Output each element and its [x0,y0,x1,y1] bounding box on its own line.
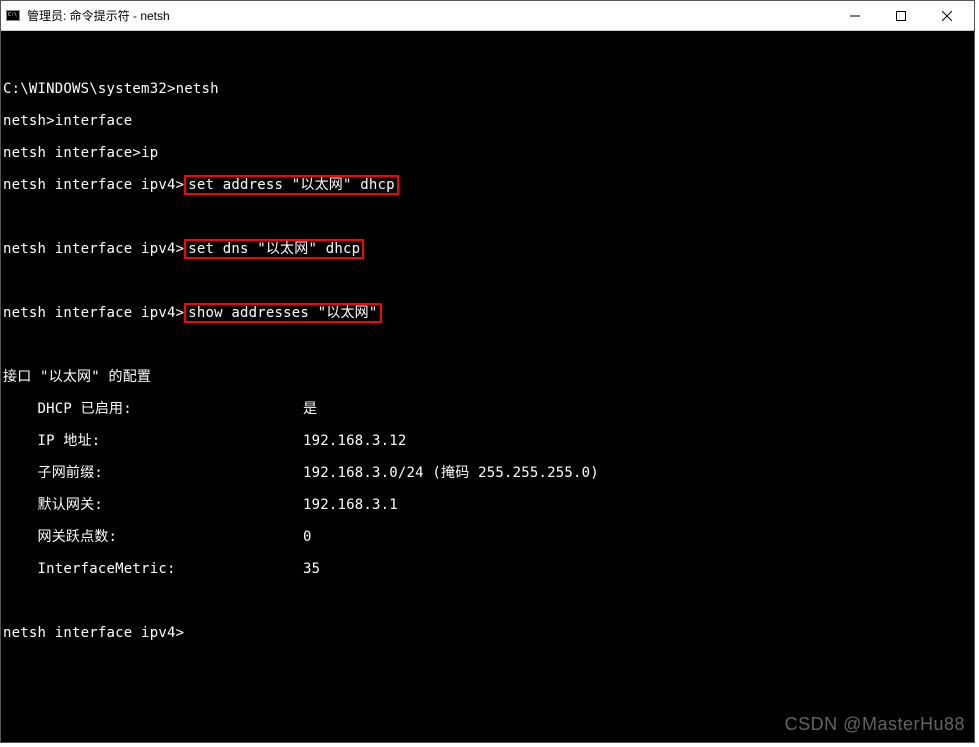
highlighted-command: show addresses "以太网" [184,303,381,323]
prompt: netsh interface ipv4> [3,625,184,641]
terminal-line [3,49,972,65]
config-value: 是 [303,401,317,417]
command-text: interface [55,113,133,129]
config-value: 35 [303,561,320,577]
config-row: 子网前缀:192.168.3.0/24 (掩码 255.255.255.0) [3,465,972,481]
config-value: 192.168.3.1 [303,497,398,513]
terminal-line [3,273,972,289]
prompt: netsh> [3,113,55,129]
terminal-line: netsh interface ipv4>show addresses "以太网… [3,305,972,321]
config-label: DHCP 已启用: [3,401,303,417]
terminal-line: netsh interface ipv4>set address "以太网" d… [3,177,972,193]
config-row: InterfaceMetric:35 [3,561,972,577]
close-button[interactable] [924,1,970,31]
terminal-line: netsh interface ipv4>set dns "以太网" dhcp [3,241,972,257]
minimize-button[interactable] [832,1,878,31]
maximize-button[interactable] [878,1,924,31]
terminal-body[interactable]: C:\WINDOWS\system32>netsh netsh>interfac… [1,31,974,742]
prompt: netsh interface ipv4> [3,177,184,193]
config-label: 默认网关: [3,497,303,513]
config-row: DHCP 已启用:是 [3,401,972,417]
prompt: C:\WINDOWS\system32> [3,81,176,97]
command-text: netsh [176,81,219,97]
highlighted-command: set address "以太网" dhcp [184,175,399,195]
prompt: netsh interface> [3,145,141,161]
app-icon [5,8,21,24]
terminal-line: netsh interface ipv4> [3,625,972,641]
terminal-line: netsh interface>ip [3,145,972,161]
terminal-line [3,337,972,353]
terminal-line [3,209,972,225]
config-row: 网关跃点数:0 [3,529,972,545]
config-row: IP 地址:192.168.3.12 [3,433,972,449]
config-label: 网关跃点数: [3,529,303,545]
command-text: ip [141,145,158,161]
highlighted-command: set dns "以太网" dhcp [184,239,364,259]
config-label: 子网前缀: [3,465,303,481]
config-label: IP 地址: [3,433,303,449]
config-header: 接口 "以太网" 的配置 [3,369,972,385]
prompt: netsh interface ipv4> [3,305,184,321]
prompt: netsh interface ipv4> [3,241,184,257]
watermark: CSDN @MasterHu88 [785,714,965,735]
config-value: 192.168.3.0/24 (掩码 255.255.255.0) [303,465,599,481]
window-controls [832,1,970,31]
window-title: 管理员: 命令提示符 - netsh [27,7,832,24]
titlebar: 管理员: 命令提示符 - netsh [1,1,974,31]
terminal-window: 管理员: 命令提示符 - netsh C:\WINDOWS\system32>n… [0,0,975,743]
config-value: 192.168.3.12 [303,433,407,449]
config-label: InterfaceMetric: [3,561,303,577]
terminal-line: netsh>interface [3,113,972,129]
terminal-line [3,593,972,609]
config-row: 默认网关:192.168.3.1 [3,497,972,513]
config-value: 0 [303,529,312,545]
terminal-line: C:\WINDOWS\system32>netsh [3,81,972,97]
